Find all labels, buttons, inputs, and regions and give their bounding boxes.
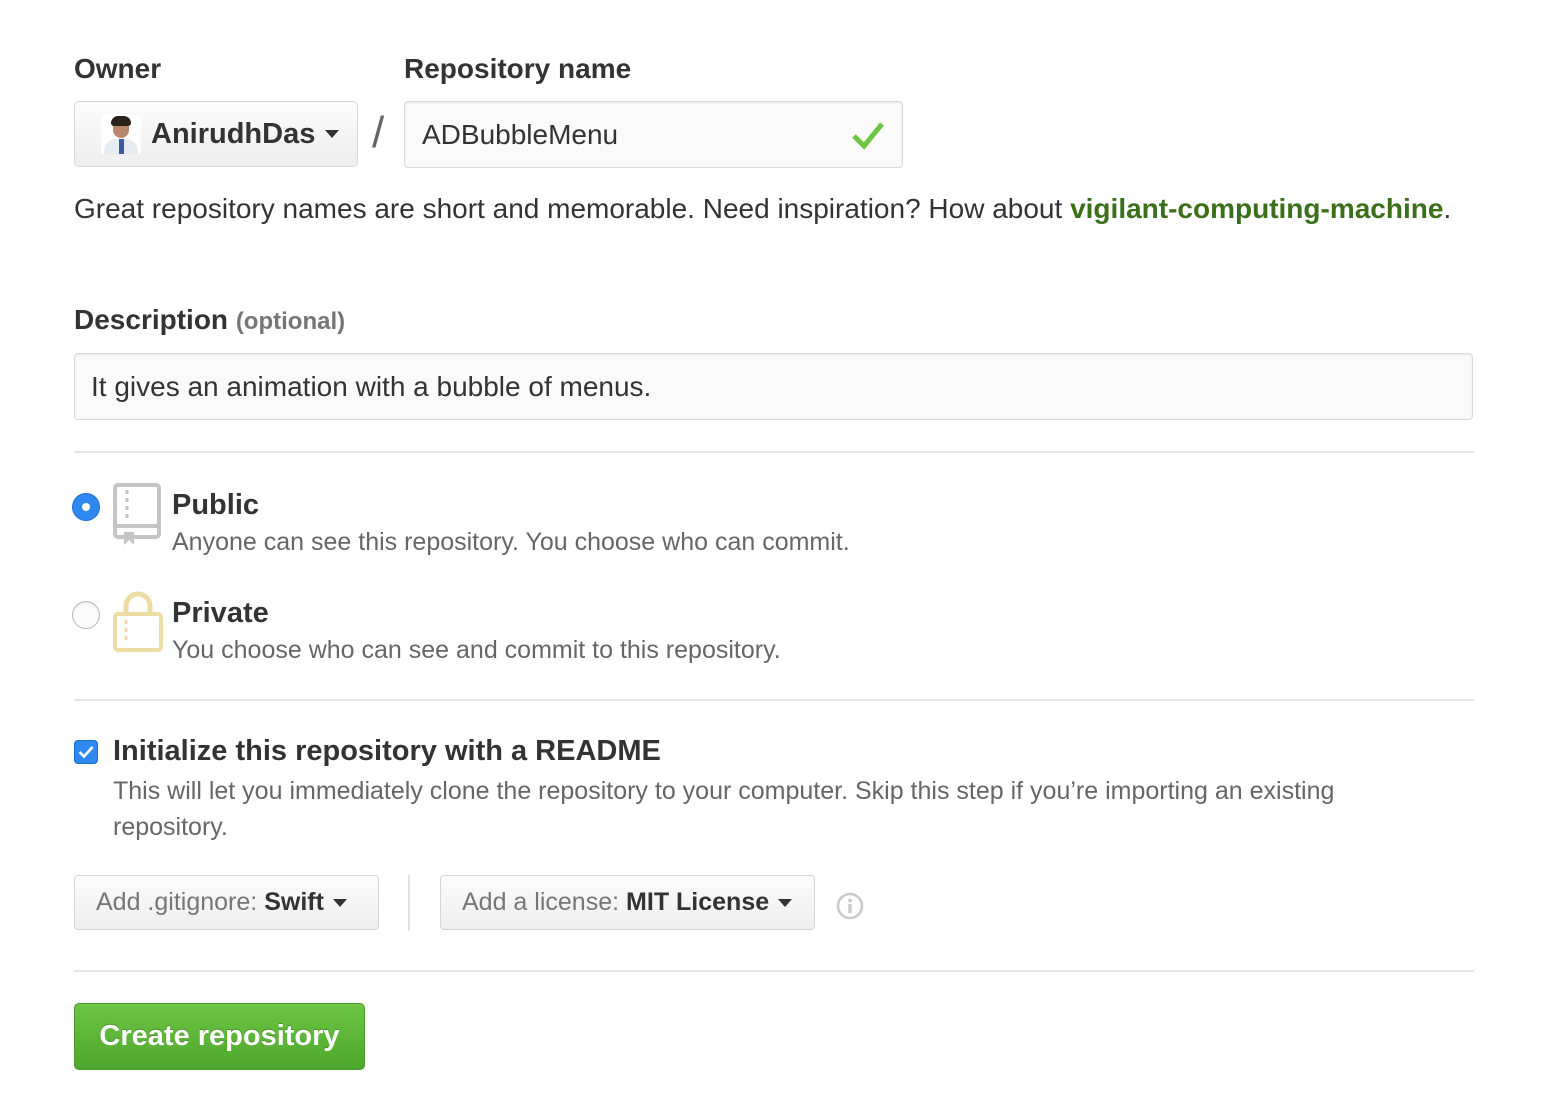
divider bbox=[74, 699, 1474, 701]
public-title: Public bbox=[172, 489, 260, 521]
readme-checkbox[interactable] bbox=[74, 740, 98, 764]
optional-tag: (optional) bbox=[235, 308, 346, 335]
checkmark-icon bbox=[78, 746, 94, 759]
repository-name-value: ADBubbleMenu bbox=[422, 118, 619, 150]
license-select-button[interactable]: Add a license: MIT License bbox=[440, 875, 815, 930]
private-title: Private bbox=[172, 597, 269, 629]
gitignore-prefix: Add .gitignore: bbox=[96, 888, 258, 916]
private-radio[interactable] bbox=[72, 601, 100, 629]
gitignore-select-button[interactable]: Add .gitignore: Swift bbox=[74, 875, 379, 930]
button-separator bbox=[408, 875, 410, 931]
repository-name-input[interactable]: ADBubbleMenu bbox=[404, 101, 903, 168]
public-desc: Anyone can see this repository. You choo… bbox=[172, 528, 850, 556]
hint-end: . bbox=[1443, 193, 1452, 224]
owner-label: Owner bbox=[74, 53, 162, 84]
license-prefix: Add a license: bbox=[462, 888, 620, 916]
lock-icon bbox=[113, 591, 163, 652]
readme-title: Initialize this repository with a README bbox=[113, 735, 661, 767]
private-desc: You choose who can see and commit to thi… bbox=[172, 636, 781, 664]
owner-repo-separator: / bbox=[372, 108, 385, 157]
chevron-down-icon bbox=[332, 898, 347, 907]
create-repository-button[interactable]: Create repository bbox=[74, 1003, 365, 1070]
chevron-down-icon bbox=[325, 130, 340, 138]
owner-name: AnirudhDas bbox=[151, 117, 316, 150]
description-input[interactable]: It gives an animation with a bubble of m… bbox=[74, 353, 1473, 420]
divider bbox=[74, 970, 1474, 972]
readme-desc: This will let you immediately clone the … bbox=[113, 777, 1335, 841]
hint-text: Great repository names are short and mem… bbox=[74, 193, 1071, 224]
check-icon bbox=[852, 122, 884, 150]
description-label: Description (optional) bbox=[74, 304, 345, 336]
avatar bbox=[101, 114, 141, 154]
chevron-down-icon bbox=[778, 898, 793, 907]
description-label-text: Description bbox=[74, 304, 229, 335]
description-value: It gives an animation with a bubble of m… bbox=[91, 370, 652, 402]
gitignore-value: Swift bbox=[264, 888, 324, 916]
repo-book-icon bbox=[113, 483, 161, 545]
owner-select-button[interactable]: AnirudhDas bbox=[74, 101, 358, 167]
info-icon[interactable] bbox=[836, 892, 864, 920]
repository-name-hint: Great repository names are short and mem… bbox=[74, 188, 1474, 230]
license-value: MIT License bbox=[626, 888, 770, 916]
suggestion-link[interactable]: vigilant-computing-machine bbox=[1070, 193, 1443, 224]
divider bbox=[74, 451, 1474, 453]
public-radio[interactable] bbox=[72, 493, 100, 521]
repository-name-label: Repository name bbox=[404, 53, 632, 84]
